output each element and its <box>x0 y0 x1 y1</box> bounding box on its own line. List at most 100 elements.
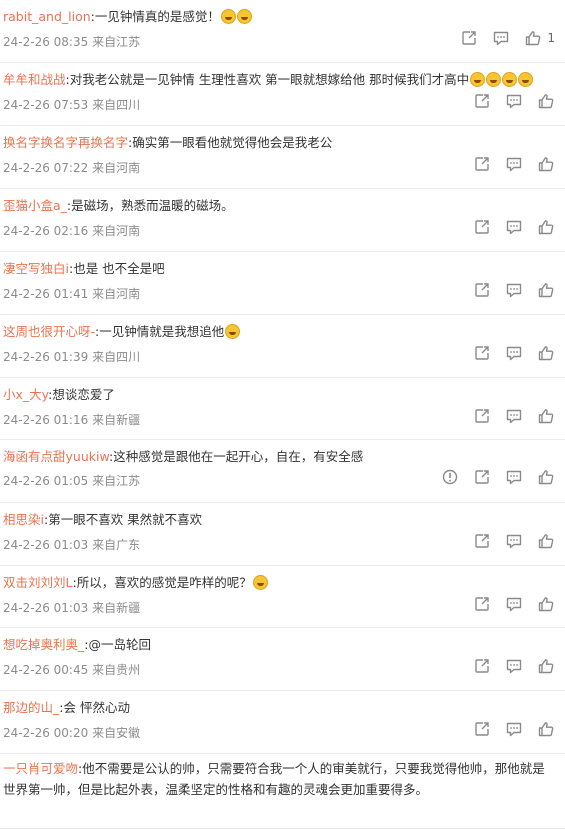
like-count: 1 <box>547 31 555 45</box>
comment-location: 来自江苏 <box>92 474 141 488</box>
comment-username[interactable]: 换名字换名字再换名字 <box>3 135 128 150</box>
comment-icon[interactable] <box>505 532 523 550</box>
comment-icon[interactable] <box>505 657 523 675</box>
comment-meta: 24-2-26 00:45 来自贵州 <box>3 661 140 678</box>
comment-item: 小x_大y:想谈恋爱了 24-2-26 01:16 来自新疆 <box>0 378 565 440</box>
share-icon[interactable] <box>473 155 491 173</box>
comment-icon[interactable] <box>505 155 523 173</box>
share-icon[interactable] <box>473 218 491 236</box>
comment-icon[interactable] <box>505 407 523 425</box>
comment-actions <box>473 407 555 425</box>
like-button[interactable] <box>537 720 555 738</box>
share-icon[interactable] <box>473 657 491 675</box>
comment-username[interactable]: rabit_and_lion <box>3 9 91 24</box>
like-button[interactable] <box>537 218 555 236</box>
like-button[interactable] <box>537 468 555 486</box>
comment-item: 牟牟和战战:对我老公就是一见钟情 生理性喜欢 第一眼就想嫁给他 那时候我们才高中… <box>0 63 565 126</box>
like-button[interactable] <box>537 595 555 613</box>
comment-item: 相思染i:第一眼不喜欢 果然就不喜欢 24-2-26 01:03 来自广东 <box>0 503 565 566</box>
comment-icon[interactable] <box>505 281 523 299</box>
emoji-icon <box>220 9 236 24</box>
comment-body: 凄空写独白i:也是 也不全是吧 <box>3 258 557 279</box>
comment-item: 那边的山_:会 怦然心动 24-2-26 00:20 来自安徽 <box>0 691 565 754</box>
comment-meta: 24-2-26 01:05 来自江苏 <box>3 472 140 489</box>
emoji-icon <box>236 9 252 24</box>
comment-username[interactable]: 这周也很开心呀- <box>3 324 95 339</box>
thumbs-up-icon[interactable] <box>537 344 555 362</box>
comment-username[interactable]: 那边的山_ <box>3 700 59 715</box>
comment-body: rabit_and_lion:一见钟情真的是感觉！ <box>3 6 557 27</box>
comment-text: @一岛轮回 <box>88 637 151 652</box>
share-icon[interactable] <box>473 281 491 299</box>
share-icon[interactable] <box>473 595 491 613</box>
emoji-icon <box>518 72 534 87</box>
like-button[interactable] <box>537 407 555 425</box>
comment-meta: 24-2-26 07:22 来自河南 <box>3 159 140 176</box>
comment-icon[interactable] <box>505 468 523 486</box>
like-button[interactable] <box>537 155 555 173</box>
share-icon[interactable] <box>473 407 491 425</box>
comment-location: 来自新疆 <box>92 413 141 427</box>
comment-actions: 1 <box>460 29 555 47</box>
share-icon[interactable] <box>460 29 478 47</box>
share-icon[interactable] <box>473 720 491 738</box>
comment-username[interactable]: 想吃掉奥利奥_ <box>3 637 84 652</box>
comment-username[interactable]: 海函有点甜yuukiw <box>3 449 109 464</box>
comment-actions <box>473 344 555 362</box>
thumbs-up-icon[interactable] <box>537 468 555 486</box>
comment-meta: 24-2-26 01:03 来自广东 <box>3 536 140 553</box>
comment-icon[interactable] <box>505 218 523 236</box>
comment-username[interactable]: 小x_大y <box>3 387 48 402</box>
comment-username[interactable]: 相思染i <box>3 512 44 527</box>
thumbs-up-icon[interactable] <box>537 657 555 675</box>
like-button[interactable]: 1 <box>524 29 555 47</box>
comment-username[interactable]: 歪猫小盒a_ <box>3 198 67 213</box>
comment-username[interactable]: 牟牟和战战 <box>3 72 66 87</box>
like-button[interactable] <box>537 344 555 362</box>
comment-location: 来自河南 <box>92 161 141 175</box>
comment-icon[interactable] <box>492 29 510 47</box>
thumbs-up-icon[interactable] <box>537 92 555 110</box>
comment-icon[interactable] <box>505 720 523 738</box>
comment-body: 歪猫小盒a_:是磁场，熟悉而温暖的磁场。 <box>3 195 557 216</box>
share-icon[interactable] <box>473 344 491 362</box>
comment-item: 凄空写独白i:也是 也不全是吧 24-2-26 01:41 来自河南 <box>0 252 565 315</box>
thumbs-up-icon[interactable] <box>537 595 555 613</box>
thumbs-up-icon[interactable] <box>537 155 555 173</box>
comment-icon[interactable] <box>505 595 523 613</box>
thumbs-up-icon[interactable] <box>537 532 555 550</box>
share-icon[interactable] <box>473 532 491 550</box>
comment-timestamp: 24-2-26 07:53 <box>3 98 89 112</box>
share-icon[interactable] <box>473 92 491 110</box>
thumbs-up-icon[interactable] <box>524 29 542 47</box>
thumbs-up-icon[interactable] <box>537 281 555 299</box>
comment-username[interactable]: 双击刘刘刘L <box>3 575 72 590</box>
comment-username[interactable]: 凄空写独白i <box>3 261 69 276</box>
report-icon[interactable] <box>441 468 459 486</box>
comment-meta: 24-2-26 08:35 来自江苏 <box>3 33 140 50</box>
comment-timestamp: 24-2-26 01:16 <box>3 413 89 427</box>
comment-meta: 24-2-26 01:03 来自新疆 <box>3 599 140 616</box>
comment-location: 来自江苏 <box>92 35 141 49</box>
emoji-icon <box>470 72 486 87</box>
comment-item: 换名字换名字再换名字:确实第一眼看他就觉得他会是我老公 24-2-26 07:22… <box>0 126 565 189</box>
thumbs-up-icon[interactable] <box>537 218 555 236</box>
comment-body: 换名字换名字再换名字:确实第一眼看他就觉得他会是我老公 <box>3 132 557 153</box>
share-icon[interactable] <box>473 468 491 486</box>
comment-icon[interactable] <box>505 344 523 362</box>
emoji-icon <box>486 72 502 87</box>
like-button[interactable] <box>537 532 555 550</box>
comment-icon[interactable] <box>505 92 523 110</box>
like-button[interactable] <box>537 281 555 299</box>
comment-meta: 24-2-26 01:16 来自新疆 <box>3 411 140 428</box>
comment-text: 会 怦然心动 <box>63 700 130 715</box>
thumbs-up-icon[interactable] <box>537 720 555 738</box>
like-button[interactable] <box>537 92 555 110</box>
comment-username[interactable]: 一只肖可爱吻 <box>3 761 78 776</box>
comment-timestamp: 24-2-26 07:22 <box>3 161 89 175</box>
thumbs-up-icon[interactable] <box>537 407 555 425</box>
comment-text: 对我老公就是一见钟情 生理性喜欢 第一眼就想嫁给他 那时候我们才高中 <box>69 72 470 87</box>
comment-meta: 24-2-26 00:20 来自安徽 <box>3 724 140 741</box>
like-button[interactable] <box>537 657 555 675</box>
comment-timestamp: 24-2-26 01:03 <box>3 538 89 552</box>
